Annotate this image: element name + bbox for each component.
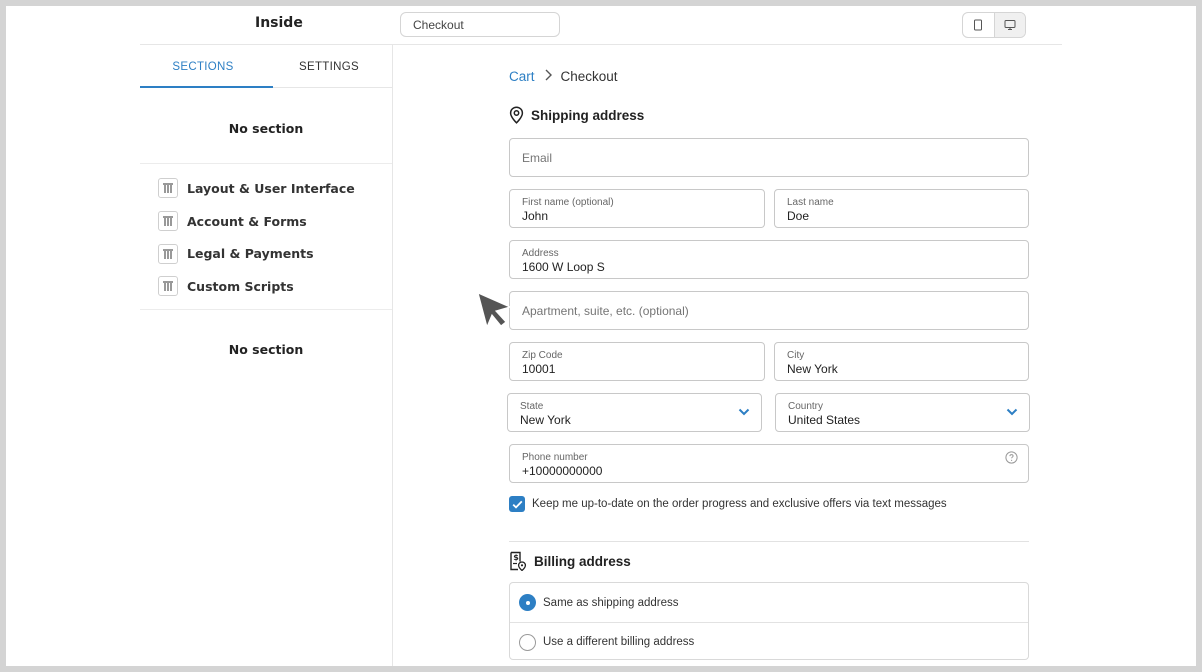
section-list: Layout & User Interface Account & Forms …	[140, 164, 392, 310]
app-window: Inside Checkout SECTIONS SETTINGS No sec…	[6, 6, 1196, 666]
email-field[interactable]: Email	[509, 138, 1029, 177]
sidebar-tabs: SECTIONS SETTINGS	[140, 45, 392, 88]
state-select[interactable]: State New York	[507, 393, 762, 432]
billing-title-text: Billing address	[534, 553, 631, 569]
radio-selected[interactable]	[519, 594, 536, 611]
last-name-label: Last name	[787, 197, 834, 208]
desktop-icon	[1004, 20, 1016, 30]
page-selector[interactable]: Checkout	[400, 12, 560, 37]
question-circle-icon[interactable]	[1005, 451, 1018, 464]
chevron-right-icon	[544, 69, 552, 84]
sidebar-item-legal-payments[interactable]: Legal & Payments	[158, 237, 392, 270]
sidebar-item-layout[interactable]: Layout & User Interface	[158, 172, 392, 205]
sidebar-item-label: Custom Scripts	[187, 278, 294, 294]
address-label: Address	[522, 248, 559, 259]
billing-option-label: Use a different billing address	[543, 636, 695, 648]
billing-option-label: Same as shipping address	[543, 596, 679, 609]
empty-section-top: No section	[140, 88, 392, 164]
sidebar-item-label: Layout & User Interface	[187, 180, 355, 196]
first-name-field[interactable]: First name (optional) John	[509, 189, 765, 228]
breadcrumb-cart-link[interactable]: Cart	[509, 69, 535, 84]
state-label: State	[520, 401, 544, 412]
section-icon	[158, 211, 178, 232]
breadcrumb: Cart Checkout	[509, 69, 618, 84]
country-value: United States	[788, 413, 861, 427]
desktop-view-button[interactable]	[993, 13, 1025, 37]
chevron-down-icon	[1006, 408, 1018, 416]
state-value: New York	[520, 413, 571, 427]
first-name-label: First name (optional)	[522, 197, 614, 208]
city-label: City	[787, 350, 805, 361]
section-divider	[509, 541, 1029, 542]
active-tab-indicator	[140, 86, 273, 88]
section-icon	[158, 243, 178, 264]
billing-option-different[interactable]: Use a different billing address	[510, 622, 1028, 661]
sidebar-item-label: Account & Forms	[187, 213, 307, 229]
email-placeholder: Email	[522, 151, 553, 165]
last-name-field[interactable]: Last name Doe	[774, 189, 1029, 228]
empty-section-bottom: No section	[228, 341, 304, 357]
location-pin-icon	[509, 106, 524, 124]
phone-label: Phone number	[522, 452, 588, 463]
last-name-value: Doe	[787, 209, 810, 223]
phone-field[interactable]: Phone number +10000000000	[509, 444, 1029, 483]
app-title: Inside	[255, 15, 303, 31]
shipping-title: Shipping address	[509, 106, 644, 124]
city-value: New York	[787, 362, 838, 376]
shipping-title-text: Shipping address	[531, 107, 645, 123]
svg-text:$: $	[513, 553, 519, 562]
address-value: 1600 W Loop S	[522, 260, 605, 274]
country-select[interactable]: Country United States	[775, 393, 1030, 432]
tablet-icon	[974, 19, 983, 31]
sidebar-item-custom-scripts[interactable]: Custom Scripts	[158, 270, 392, 303]
checkmark-icon	[512, 500, 522, 509]
billing-option-same[interactable]: Same as shipping address	[510, 583, 1028, 622]
top-bar: Inside Checkout	[6, 6, 1196, 44]
breadcrumb-current: Checkout	[560, 69, 618, 84]
zip-code-field[interactable]: Zip Code 10001	[509, 342, 765, 381]
sms-optin-label: Keep me up-to-date on the order progress…	[532, 498, 947, 510]
tablet-view-button[interactable]	[963, 13, 994, 37]
sms-optin: Keep me up-to-date on the order progress…	[509, 496, 947, 512]
section-icon	[158, 178, 178, 199]
apartment-field[interactable]: Apartment, suite, etc. (optional)	[509, 291, 1029, 330]
apartment-placeholder: Apartment, suite, etc. (optional)	[522, 304, 689, 318]
zip-code-value: 10001	[522, 362, 556, 376]
section-icon	[158, 276, 178, 297]
device-toggle	[962, 12, 1026, 38]
radio-unselected[interactable]	[519, 633, 536, 651]
tab-settings[interactable]: SETTINGS	[266, 45, 392, 87]
address-field[interactable]: Address 1600 W Loop S	[509, 240, 1029, 279]
billing-options: Same as shipping address Use a different…	[509, 582, 1029, 660]
chevron-down-icon	[738, 408, 750, 416]
city-field[interactable]: City New York	[774, 342, 1029, 381]
zip-code-label: Zip Code	[522, 350, 563, 361]
mouse-cursor-icon	[477, 291, 512, 329]
billing-doc-icon: $	[510, 551, 527, 571]
country-label: Country	[788, 401, 824, 412]
checkout-preview: Cart Checkout Shipping address Email Fir…	[394, 45, 1196, 666]
billing-title: $ Billing address	[509, 551, 631, 571]
first-name-value: John	[522, 209, 549, 223]
tab-sections[interactable]: SECTIONS	[140, 45, 266, 87]
phone-value: +10000000000	[522, 464, 603, 478]
sms-optin-checkbox[interactable]	[509, 496, 525, 512]
sidebar-item-account-forms[interactable]: Account & Forms	[158, 205, 392, 238]
sidebar: SECTIONS SETTINGS No section Layout & Us…	[140, 45, 393, 666]
sidebar-item-label: Legal & Payments	[187, 246, 314, 262]
